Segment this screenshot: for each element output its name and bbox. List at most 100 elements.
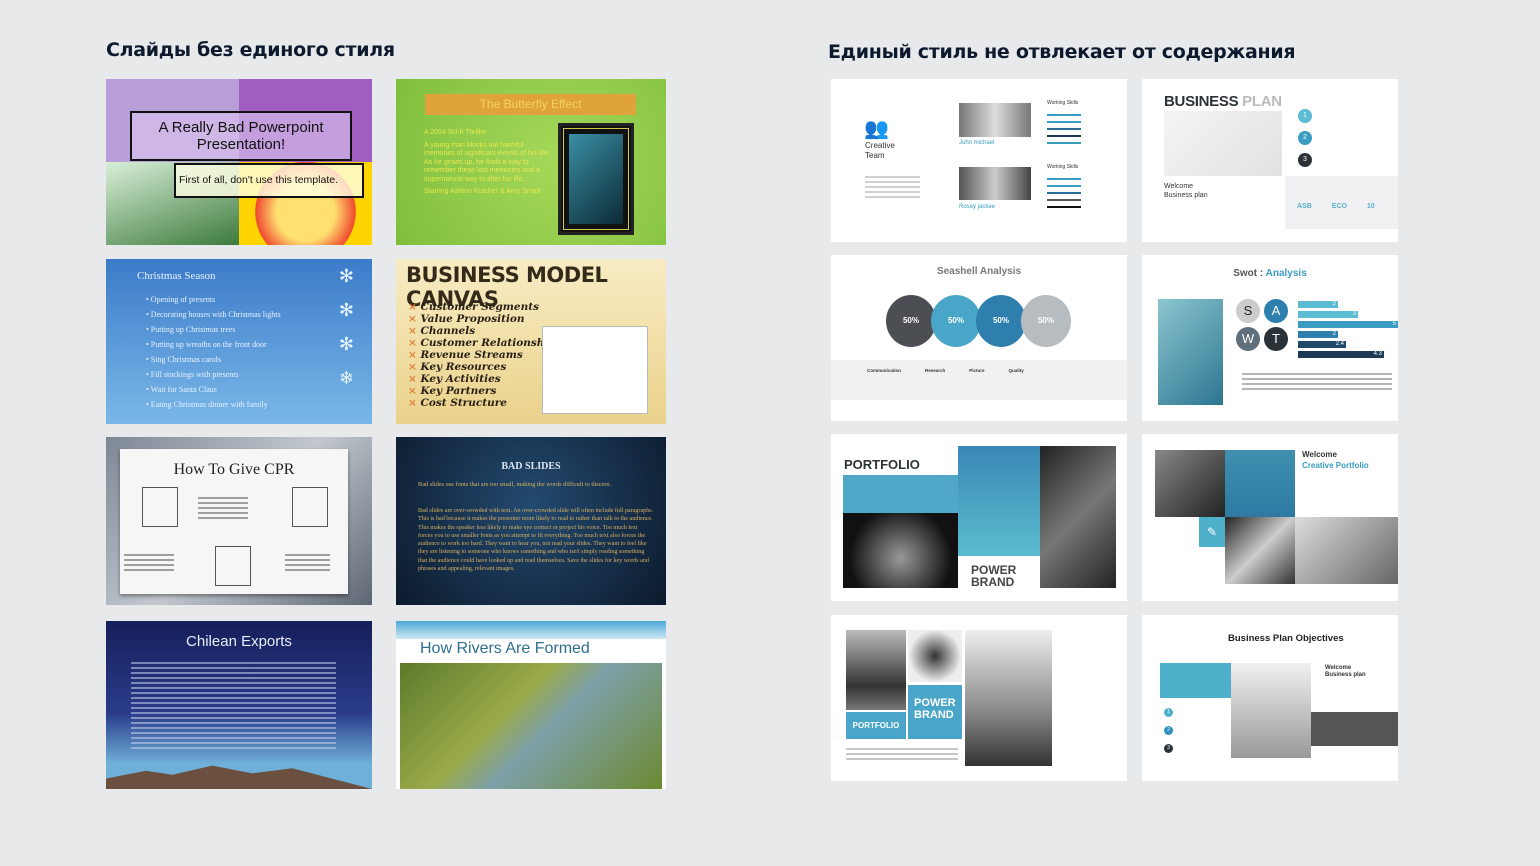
movie-poster [558,123,634,235]
canvas-item: × Key Resources [408,361,507,373]
slide-title: The Butterfly Effect [425,94,636,115]
bullet: Bad slides use fonts that are too small,… [418,481,612,488]
right-heading: Единый стиль не отвлекает от содержания [828,41,1296,63]
stat: ASB [1297,203,1312,210]
portfolio-label: PORTFOLIO [846,712,906,739]
slide-welcome-portfolio: ✎ Welcome Creative Portfolio [1142,434,1398,601]
slide-title: Business Plan Objectives [1228,633,1344,644]
swot-bar: 5 [1298,321,1398,328]
slide-portfolio: PORTFOLIO POWER BRAND [831,434,1127,601]
slide-title: BAD SLIDES [501,461,561,472]
slide-creative-team: 👥 Creative Team John michael Rosey jacke… [831,79,1127,242]
slide-bad-powerpoint: A Really Bad Powerpoint Presentation! Fi… [106,79,372,245]
swot-bar: 3 [1298,311,1358,318]
percent-circle: 50% [886,295,936,347]
welcome-text: Welcome [1302,450,1337,459]
slide-title: How To Give CPR [173,461,295,478]
swot-letter: W [1236,327,1260,351]
stat: ECO [1331,203,1347,210]
bullet: • Decorating houses with Christmas light… [146,310,281,319]
slide-swot-analysis: Swot : Analysis S A W T 2 3 5 2 2.4 4.3 [1142,255,1398,421]
bullet: • Putting up Christmas trees [146,325,236,334]
slide-title: How Rivers Are Formed [420,640,590,657]
bullet: Bad slides are over-crowded with text. A… [418,508,654,573]
snowflake-icon: ✻ ✻ ✻ ❄ [338,266,354,388]
slide-how-to-give-cpr: How To Give CPR [106,437,372,605]
slide-title: Chilean Exports [186,633,292,650]
stat: 10 [1366,203,1375,210]
slide-bad-slides: BAD SLIDES Bad slides use fonts that are… [396,437,666,605]
step-badge: 1 [1164,708,1173,717]
slide-seashell-analysis: Seashell Analysis 50% 50% 50% 50% Commun… [831,255,1127,421]
slide-chilean-exports: Chilean Exports [106,621,372,789]
title-plan: PLAN [1242,93,1282,110]
percent-circle: 50% [976,295,1026,347]
bullet: Starring Ashton Kutcher & Amy Smart [424,188,541,195]
skills-label: Working Skills [1047,100,1079,106]
welcome-text: Welcome [1164,183,1194,190]
percent-circle: 50% [931,295,981,347]
bullet: • Fill stockings with presents [146,370,239,379]
slide-christmas-season: Christmas Season • Opening of presents • … [106,259,372,424]
slide-title: Creative Team [865,141,895,160]
subtitle-box: First of all, don't use this template. [174,163,364,198]
welcome-subtitle: Creative Portfolio [1302,461,1369,470]
percent-circle: 50% [1021,295,1071,347]
person-name: John michael [959,140,995,146]
slide-business-plan-objectives: Business Plan Objectives Welcome Busines… [1142,615,1398,781]
swot-letter: A [1264,299,1288,323]
feature-label: Research [925,368,946,373]
person-name: Rosey jackee [959,204,996,210]
bullet: A young man blocks out harmful memories … [424,141,550,183]
skills-label: Working Skills [1047,164,1079,170]
canvas-item: × Key Activities [408,373,501,385]
bullet: • Sing Christmas carols [146,355,222,364]
welcome-text: Welcome [1325,665,1352,671]
canvas-item: × Customer Relationships [408,337,562,349]
bullet: • Putting up wreaths on the front door [146,340,267,349]
welcome-subtitle: Business plan [1164,192,1208,199]
slide-business-model-canvas: BUSINESS MODEL CANVAS × Customer Segment… [396,259,666,424]
slide-title: Seashell Analysis [936,266,1022,277]
slide-title: Christmas Season [137,270,216,282]
mountains [106,765,372,789]
step-badge: 3 [1164,744,1173,753]
canvas-item: × Value Proposition [408,313,525,325]
team-icon: 👥 [864,118,889,140]
canvas-item: × Key Partners [408,385,497,397]
left-heading: Слайды без единого стиля [106,39,395,61]
step-badge: 3 [1298,153,1312,167]
title-business: BUSINESS [1164,93,1239,110]
slide-title: PORTFOLIO [844,457,920,472]
edit-icon: ✎ [1199,517,1225,547]
slide-portfolio-power-brand: PORTFOLIO POWER BRAND [831,615,1127,781]
bullet: A 2004 Sci-fi Thriller [424,129,487,136]
step-badge: 2 [1164,726,1173,735]
step-badge: 2 [1298,131,1312,145]
title-analysis: Analysis [1265,268,1307,279]
bullet: • Opening of presents [146,295,216,304]
slide-business-plan: BUSINESS PLAN Welcome Business plan 1 2 … [1142,79,1398,242]
swot-letter: S [1236,299,1260,323]
step-badge: 1 [1298,109,1312,123]
brand-label: POWER BRAND [908,685,962,739]
title-swot: Swot : [1233,268,1264,279]
swot-bar: 4.3 [1298,351,1384,358]
slide-butterfly-effect: The Butterfly Effect A 2004 Sci-fi Thril… [396,79,666,245]
canvas-item: × Cost Structure [408,397,507,409]
welcome-subtitle: Business plan [1325,672,1366,678]
bullet: • Wait for Santa Claus [146,385,217,394]
feature-label: Picture [969,368,985,373]
bullet: • Eating Christmas dinner with family [146,400,268,409]
title-box: A Really Bad Powerpoint Presentation! [130,111,352,161]
swot-bar: 2 [1298,331,1338,338]
swot-letter: T [1264,327,1288,351]
brand-text: POWER BRAND [971,563,1017,589]
swot-bar: 2 [1298,301,1338,308]
canvas-item: × Customer Segments [408,301,539,313]
slide-how-rivers-are-formed: How Rivers Are Formed [396,621,666,789]
feature-label: Communication [867,368,902,373]
feature-label: Quality [1008,368,1024,373]
swot-bar: 2.4 [1298,341,1346,348]
canvas-item: × Channels [408,325,476,337]
